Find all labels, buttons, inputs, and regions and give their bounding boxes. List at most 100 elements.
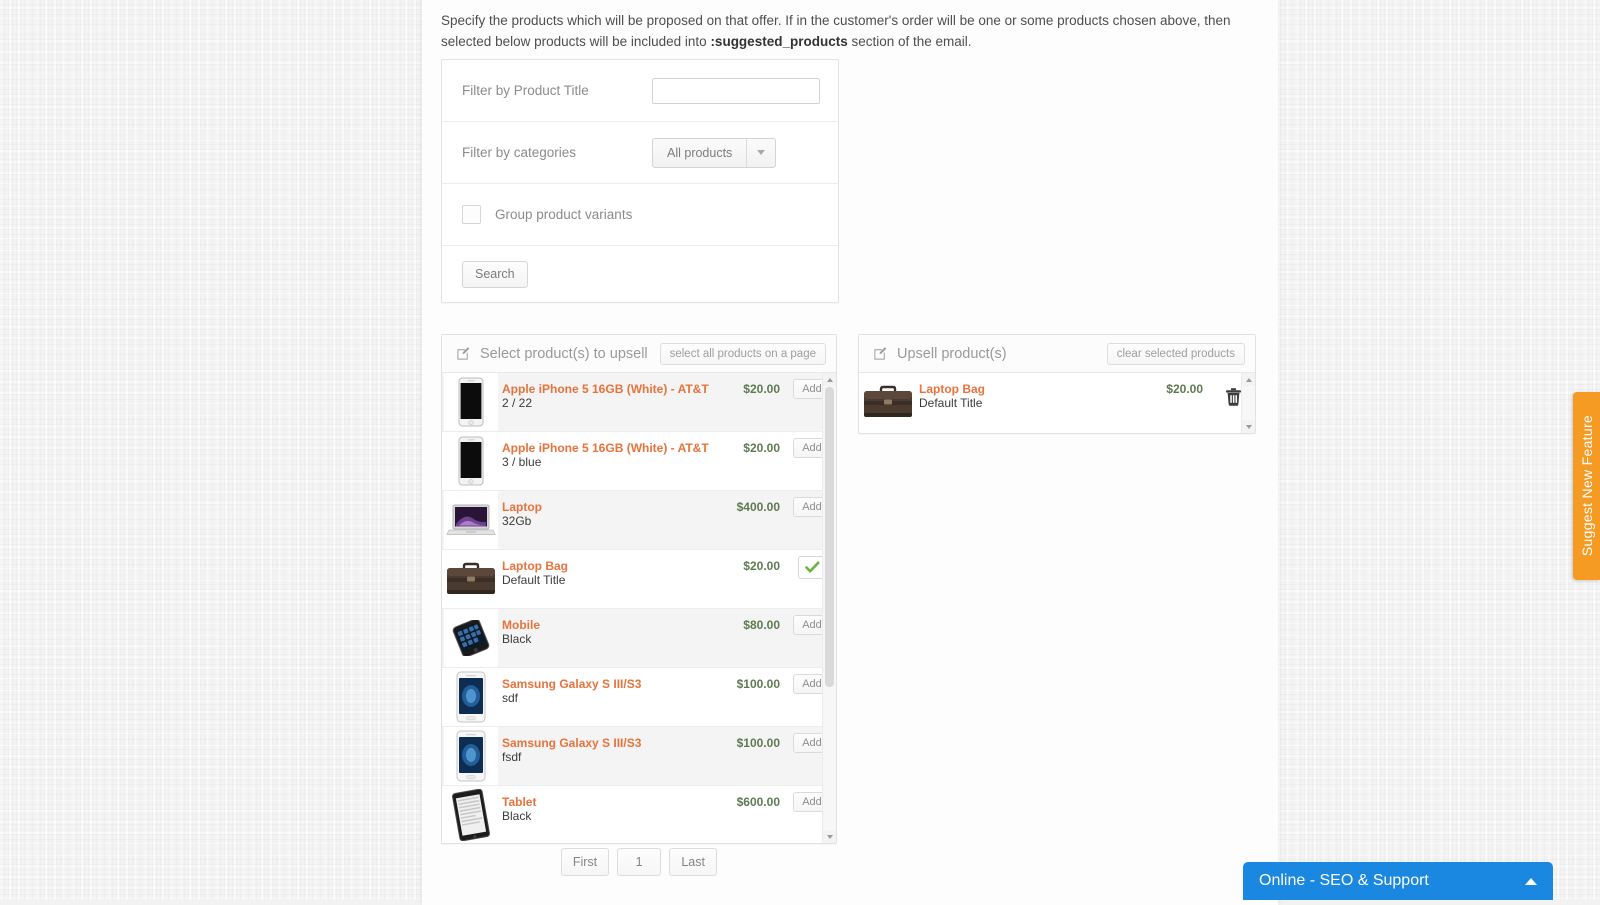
- product-info: Samsung Galaxy S III/S3 sdf: [498, 668, 704, 706]
- product-name[interactable]: Samsung Galaxy S III/S3: [502, 677, 704, 691]
- product-thumbnail: [444, 550, 498, 608]
- table-row[interactable]: Apple iPhone 5 16GB (White) - AT&T 3 / bl…: [442, 432, 836, 491]
- select-products-title: Select product(s) to upsell: [480, 345, 648, 362]
- table-row[interactable]: Samsung Galaxy S III/S3 sdf $100.00 Add: [442, 668, 836, 727]
- left-list-scrollbar[interactable]: [822, 373, 836, 843]
- table-row[interactable]: Laptop Bag Default Title $20.00: [442, 550, 836, 609]
- upsell-products-header: Upsell product(s) clear selected product…: [859, 335, 1255, 373]
- upsell-products-list: Laptop Bag Default Title $20.00: [859, 373, 1255, 433]
- table-row[interactable]: Apple iPhone 5 16GB (White) - AT&T 2 / 22…: [442, 373, 836, 432]
- product-info: Mobile Black: [498, 609, 704, 647]
- product-thumbnail: [444, 668, 498, 726]
- product-variant: 2 / 22: [502, 396, 533, 410]
- pagination-first[interactable]: First: [560, 848, 610, 876]
- categories-select[interactable]: All products: [652, 137, 777, 168]
- select-products-header: Select product(s) to upsell select all p…: [442, 335, 836, 373]
- chevron-down-icon[interactable]: [747, 139, 775, 167]
- product-price: $20.00: [1166, 382, 1203, 396]
- filter-title-label: Filter by Product Title: [462, 83, 589, 98]
- upsell-products-panel: Upsell product(s) clear selected product…: [858, 334, 1256, 434]
- product-price: $20.00: [743, 559, 780, 573]
- product-info: Samsung Galaxy S III/S3 fsdf: [498, 727, 704, 765]
- select-all-products-button[interactable]: select all products on a page: [659, 342, 826, 365]
- product-name[interactable]: Laptop: [502, 500, 704, 514]
- checkmark-icon: [804, 561, 819, 573]
- product-thumbnail: [444, 373, 498, 431]
- scroll-down-icon[interactable]: [1242, 420, 1255, 433]
- group-variants-checkbox[interactable]: [462, 205, 481, 224]
- intro-line-2-post: section of the email.: [847, 34, 972, 49]
- table-row[interactable]: Tablet Black $600.00 Add: [442, 786, 836, 843]
- filter-categories-label: Filter by categories: [462, 145, 577, 160]
- filter-title-input[interactable]: [652, 77, 820, 104]
- product-info: Laptop Bag Default Title: [915, 373, 1093, 411]
- suggest-new-feature-tab[interactable]: Suggest New Feature: [1573, 392, 1600, 580]
- product-info: Laptop Bag Default Title: [498, 550, 704, 588]
- product-variant: sdf: [502, 691, 519, 705]
- filter-row-search: Search: [442, 246, 838, 302]
- intro-line-2-pre: below products will be included into: [495, 34, 711, 49]
- product-name[interactable]: Laptop Bag: [502, 559, 704, 573]
- scroll-up-icon[interactable]: [823, 373, 836, 386]
- product-price: $400.00: [736, 500, 780, 514]
- product-info: Laptop 32Gb: [498, 491, 704, 529]
- select-products-list: Apple iPhone 5 16GB (White) - AT&T 2 / 22…: [442, 373, 836, 843]
- product-thumbnail: [444, 491, 498, 549]
- product-thumbnail: [861, 373, 915, 431]
- product-thumbnail: [444, 786, 498, 843]
- table-row[interactable]: Samsung Galaxy S III/S3 fsdf $100.00 Add: [442, 727, 836, 786]
- product-thumbnail: [444, 727, 498, 785]
- pagination: First 1 Last: [441, 848, 837, 876]
- product-price: $20.00: [743, 441, 780, 455]
- filter-row-group-variants: Group product variants: [442, 184, 838, 246]
- left-scroll-thumb[interactable]: [825, 387, 834, 687]
- product-price: $80.00: [743, 618, 780, 632]
- product-info: Tablet Black: [498, 786, 704, 824]
- edit-square-icon: [874, 347, 887, 360]
- table-row[interactable]: Laptop 32Gb $400.00 Add: [442, 491, 836, 550]
- product-variant: fsdf: [502, 750, 522, 764]
- chevron-up-icon[interactable]: [1525, 877, 1537, 885]
- product-variant: Default Title: [502, 573, 566, 587]
- group-variants-label: Group product variants: [495, 207, 633, 222]
- product-info: Apple iPhone 5 16GB (White) - AT&T 2 / 22: [498, 373, 709, 411]
- intro-token-suggested-products: :suggested_products: [710, 34, 848, 49]
- filter-row-title: Filter by Product Title: [442, 60, 838, 122]
- filter-card: Filter by Product Title Filter by catego…: [441, 59, 839, 303]
- product-name[interactable]: Samsung Galaxy S III/S3: [502, 736, 704, 750]
- trash-icon: [1225, 387, 1241, 406]
- product-name[interactable]: Laptop Bag: [919, 382, 1093, 396]
- table-row[interactable]: Mobile Black $80.00 Add: [442, 609, 836, 668]
- product-name[interactable]: Mobile: [502, 618, 704, 632]
- product-info: Apple iPhone 5 16GB (White) - AT&T 3 / bl…: [498, 432, 709, 470]
- upsell-products-title: Upsell product(s): [897, 345, 1007, 362]
- product-price: $600.00: [736, 795, 780, 809]
- product-name[interactable]: Tablet: [502, 795, 704, 809]
- pagination-page-1[interactable]: 1: [617, 848, 662, 876]
- product-variant: Black: [502, 809, 532, 823]
- product-name[interactable]: Apple iPhone 5 16GB (White) - AT&T: [502, 382, 709, 396]
- chat-widget-label: Online - SEO & Support: [1259, 872, 1429, 889]
- scroll-up-icon[interactable]: [1242, 373, 1255, 386]
- search-button[interactable]: Search: [462, 260, 528, 288]
- edit-square-icon: [457, 347, 470, 360]
- clear-selected-products-button[interactable]: clear selected products: [1106, 342, 1245, 365]
- chat-widget-bar[interactable]: Online - SEO & Support: [1243, 862, 1553, 900]
- categories-select-value: All products: [653, 138, 748, 167]
- select-products-panel: Select product(s) to upsell select all p…: [441, 334, 837, 844]
- product-thumbnail: [444, 609, 498, 667]
- scroll-down-icon[interactable]: [823, 830, 836, 843]
- product-variant: Black: [502, 632, 532, 646]
- product-variant: 32Gb: [502, 514, 532, 528]
- product-price: $100.00: [736, 736, 780, 750]
- product-variant: 3 / blue: [502, 455, 542, 469]
- product-price: $100.00: [736, 677, 780, 691]
- suggest-new-feature-label: Suggest New Feature: [1578, 415, 1595, 557]
- page-root: Specify the products which will be propo…: [0, 0, 1600, 905]
- right-list-scrollbar[interactable]: [1241, 373, 1255, 433]
- intro-text: Specify the products which will be propo…: [441, 10, 1261, 52]
- table-row[interactable]: Laptop Bag Default Title $20.00: [859, 373, 1255, 432]
- product-variant: Default Title: [919, 396, 983, 410]
- pagination-last[interactable]: Last: [669, 848, 718, 876]
- product-name[interactable]: Apple iPhone 5 16GB (White) - AT&T: [502, 441, 709, 455]
